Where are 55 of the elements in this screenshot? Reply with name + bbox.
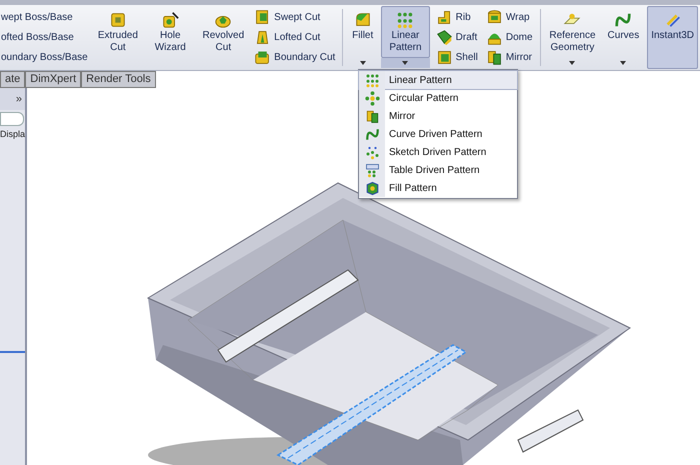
mirror-icon xyxy=(486,49,503,66)
dropdown-button[interactable] xyxy=(381,58,430,68)
menu-item[interactable]: Table Driven Pattern xyxy=(359,161,517,179)
ribbon-button[interactable]: Linear Pattern xyxy=(381,6,430,58)
ribbon-button[interactable]: Rib xyxy=(434,8,479,27)
menu-item[interactable]: Linear Pattern xyxy=(359,71,517,89)
ribbon-button[interactable]: ofted Boss/Base xyxy=(0,28,89,47)
dot-grid-icon xyxy=(364,72,380,88)
ribbon-button[interactable]: Boundary Cut xyxy=(253,48,336,68)
tab[interactable]: Render Tools xyxy=(81,71,156,88)
ribbon-button[interactable]: Curves xyxy=(604,6,644,58)
fill-pattern-icon xyxy=(364,180,380,196)
cylinder-icon xyxy=(486,8,503,26)
menu-item[interactable]: Mirror xyxy=(359,107,517,125)
fillet-icon xyxy=(354,11,372,29)
curve-icon xyxy=(364,126,380,142)
caret-icon xyxy=(569,61,576,65)
mirror-icon xyxy=(364,108,380,124)
ribbon-button[interactable]: wept Boss/Base xyxy=(0,8,89,27)
hole-icon xyxy=(161,11,180,29)
tab[interactable]: DimXpert xyxy=(25,71,82,88)
menu-item[interactable]: Curve Driven Pattern xyxy=(359,125,517,143)
ribbon-button[interactable]: Draft xyxy=(434,28,479,47)
menu-item[interactable]: Circular Pattern xyxy=(359,89,517,107)
extrude-icon xyxy=(108,11,127,29)
tab[interactable]: ate xyxy=(0,71,26,88)
caret-icon xyxy=(620,61,626,65)
draft-icon xyxy=(436,28,453,46)
rib-icon xyxy=(436,8,453,26)
ribbon-button[interactable]: Hole Wizard xyxy=(146,6,194,69)
ribbon-button[interactable]: Fillet xyxy=(348,6,378,58)
search-field[interactable] xyxy=(0,112,24,126)
curve-icon xyxy=(614,11,632,29)
sketch-pattern-icon xyxy=(364,144,380,160)
menu-item[interactable]: Fill Pattern xyxy=(359,179,517,197)
dot-grid-icon xyxy=(396,11,414,29)
menu-item[interactable]: Sketch Driven Pattern xyxy=(359,143,517,161)
ribbon-button[interactable]: Instant3D xyxy=(647,6,698,69)
ribbon-button[interactable]: Wrap xyxy=(484,8,534,27)
ribbon-button[interactable]: Lofted Cut xyxy=(253,28,336,47)
ribbon-button[interactable]: Swept Cut xyxy=(253,8,336,27)
caret-icon xyxy=(402,61,408,65)
ribbon-button[interactable]: Shell xyxy=(434,48,479,68)
boundary-cut-icon xyxy=(254,49,272,66)
ribbon-button[interactable]: Dome xyxy=(484,28,534,47)
ribbon-button[interactable]: oundary Boss/Base xyxy=(0,48,89,68)
caret-icon xyxy=(360,61,366,65)
shell-icon xyxy=(436,49,453,66)
display-label: Displa xyxy=(0,130,25,139)
ribbon-button[interactable]: Reference Geometry xyxy=(545,6,600,58)
ribbon-button[interactable]: Mirror xyxy=(484,48,534,68)
table-pattern-icon xyxy=(364,162,380,178)
circular-pattern-icon xyxy=(364,90,380,106)
ribbon-button[interactable]: Extruded Cut xyxy=(94,6,142,69)
ribbon-button[interactable]: Revolved Cut xyxy=(198,6,248,69)
